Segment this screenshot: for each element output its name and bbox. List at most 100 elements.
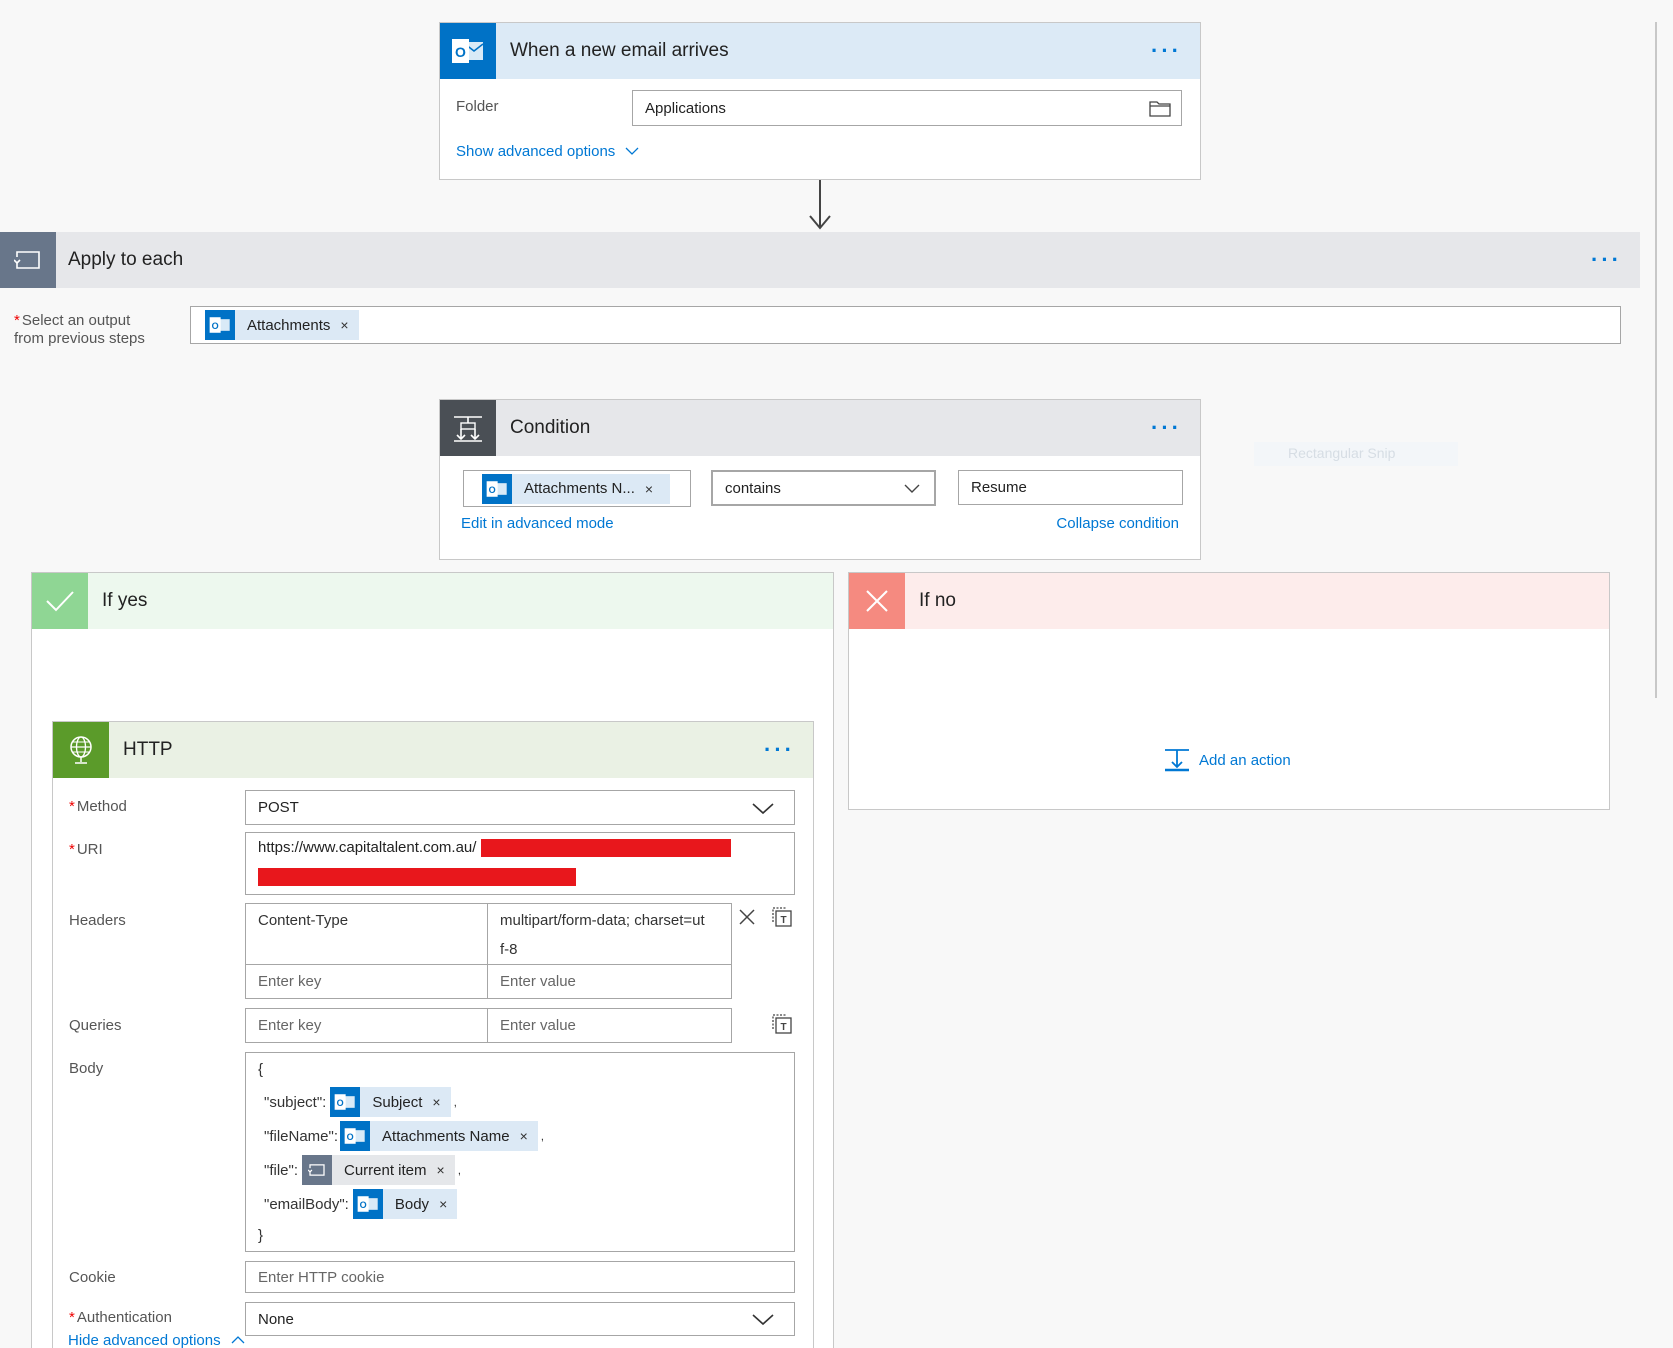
query-value-input[interactable]: Enter value xyxy=(487,1008,732,1043)
uri-label: * URI xyxy=(69,841,103,858)
svg-text:O: O xyxy=(489,484,496,494)
svg-text:T: T xyxy=(780,915,786,926)
headers-label: Headers xyxy=(69,912,126,929)
apply-to-each-header[interactable]: Apply to each ··· xyxy=(0,232,1640,288)
subject-token[interactable]: O Subject × xyxy=(330,1087,451,1117)
close-icon xyxy=(849,573,905,629)
outlook-icon: O xyxy=(330,1087,361,1117)
switch-to-text-mode-icon[interactable]: T xyxy=(771,906,793,928)
http-header[interactable]: HTTP ··· xyxy=(53,722,813,778)
if-yes-header[interactable]: If yes xyxy=(32,573,833,629)
flow-arrow-icon xyxy=(809,180,831,230)
outlook-icon: O xyxy=(482,473,512,504)
uri-value: https://www.capitaltalent.com.au/ xyxy=(258,839,477,856)
body-open-brace: { xyxy=(258,1061,264,1078)
outlook-icon: O xyxy=(440,23,496,79)
svg-text:O: O xyxy=(359,1200,366,1210)
svg-text:O: O xyxy=(347,1132,354,1142)
authentication-select[interactable]: None xyxy=(245,1302,795,1336)
authentication-label: * Authentication xyxy=(69,1309,172,1326)
svg-text:T: T xyxy=(780,1022,786,1033)
condition-card: Condition ··· O Attachments N... × conta… xyxy=(439,399,1201,560)
vertical-scrollbar[interactable] xyxy=(1655,22,1657,698)
uri-input[interactable]: https://www.capitaltalent.com.au/ xyxy=(245,832,795,895)
add-an-action-button[interactable]: Add an action xyxy=(1163,747,1291,773)
http-title: HTTP xyxy=(123,739,173,760)
svg-text:O: O xyxy=(337,1098,344,1108)
remove-header-icon[interactable] xyxy=(738,908,756,926)
remove-token-icon[interactable]: × xyxy=(432,1094,440,1110)
hide-advanced-options-link[interactable]: Hide advanced options xyxy=(68,1330,245,1348)
show-advanced-options-link[interactable]: Show advanced options xyxy=(456,143,639,160)
folder-value: Applications xyxy=(645,99,726,117)
folder-icon[interactable] xyxy=(1149,99,1171,117)
condition-value-input[interactable]: Resume xyxy=(958,470,1183,505)
attachments-name-token[interactable]: O Attachments Name × xyxy=(340,1121,538,1151)
body-token[interactable]: O Body × xyxy=(352,1189,458,1219)
edit-advanced-mode-link[interactable]: Edit in advanced mode xyxy=(461,515,614,532)
chevron-down-icon xyxy=(752,802,774,814)
remove-token-icon[interactable]: × xyxy=(437,1162,445,1178)
body-input[interactable]: { "subject": O Subject × , "fileName": O… xyxy=(245,1052,795,1252)
folder-input[interactable]: Applications xyxy=(632,90,1182,126)
switch-to-text-mode-icon[interactable]: T xyxy=(771,1013,793,1035)
if-no-branch: If no Add an action xyxy=(848,572,1610,810)
attachments-name-token[interactable]: O Attachments N... × xyxy=(482,473,670,504)
header-key-input[interactable]: Content-Type xyxy=(245,903,488,965)
remove-token-icon[interactable]: × xyxy=(520,1128,528,1144)
apply-to-each-title: Apply to each xyxy=(68,249,184,270)
loop-icon xyxy=(302,1155,332,1185)
more-options-icon[interactable]: ··· xyxy=(1151,40,1182,62)
collapse-condition-link[interactable]: Collapse condition xyxy=(1056,515,1179,532)
more-options-icon[interactable]: ··· xyxy=(1151,417,1182,439)
cookie-label: Cookie xyxy=(69,1269,116,1286)
condition-operator-select[interactable]: contains xyxy=(711,470,936,506)
outlook-icon: O xyxy=(340,1121,371,1151)
outlook-icon: O xyxy=(352,1189,383,1219)
header-new-value-input[interactable]: Enter value xyxy=(487,964,732,999)
http-card: HTTP ··· * Method POST * URI https://www.c… xyxy=(52,721,814,1348)
rectangular-snip-ghost: Rectangular Snip xyxy=(1254,442,1458,466)
header-value-input[interactable]: multipart/form-data; charset=ut f-8 xyxy=(487,903,732,965)
if-yes-title: If yes xyxy=(102,590,148,611)
chevron-down-icon xyxy=(904,484,920,493)
body-filename-line: "fileName": O Attachments Name × , xyxy=(264,1121,544,1151)
body-file-line: "file": Current item × , xyxy=(264,1155,461,1185)
remove-token-icon[interactable]: × xyxy=(645,481,653,497)
folder-label: Folder xyxy=(456,98,499,115)
trigger-card: O When a new email arrives ··· Folder Ap… xyxy=(439,22,1201,180)
condition-header[interactable]: Condition ··· xyxy=(440,400,1200,456)
remove-token-icon[interactable]: × xyxy=(340,317,348,333)
trigger-header[interactable]: O When a new email arrives ··· xyxy=(440,23,1200,79)
trigger-title: When a new email arrives xyxy=(510,40,729,61)
redaction-bar-2 xyxy=(258,868,576,886)
cookie-input[interactable]: Enter HTTP cookie xyxy=(245,1261,795,1293)
outlook-icon: O xyxy=(205,310,235,340)
current-item-token[interactable]: Current item × xyxy=(302,1155,455,1185)
svg-text:O: O xyxy=(455,44,466,60)
chevron-down-icon xyxy=(625,147,639,155)
more-options-icon[interactable]: ··· xyxy=(1591,249,1622,271)
header-new-key-input[interactable]: Enter key xyxy=(245,964,488,999)
condition-left-operand[interactable]: O Attachments N... × xyxy=(463,470,691,507)
queries-label: Queries xyxy=(69,1017,122,1034)
attachments-token[interactable]: O Attachments × xyxy=(205,310,359,340)
globe-icon xyxy=(53,722,109,778)
body-subject-line: "subject": O Subject × , xyxy=(264,1087,457,1117)
select-output-input[interactable]: O Attachments × xyxy=(190,306,1621,344)
remove-token-icon[interactable]: × xyxy=(439,1196,447,1212)
add-action-icon xyxy=(1165,749,1189,772)
body-label: Body xyxy=(69,1060,104,1077)
if-no-title: If no xyxy=(919,590,956,611)
query-key-input[interactable]: Enter key xyxy=(245,1008,488,1043)
loop-icon xyxy=(0,232,56,288)
body-emailbody-line: "emailBody": O Body × xyxy=(264,1189,458,1219)
condition-title: Condition xyxy=(510,417,591,438)
svg-text:O: O xyxy=(212,321,219,331)
method-select[interactable]: POST xyxy=(245,790,795,825)
apply-to-each-card: Apply to each ··· * Select an output from… xyxy=(0,232,1640,362)
select-output-label: * Select an output from previous steps xyxy=(14,312,145,347)
more-options-icon[interactable]: ··· xyxy=(764,739,795,761)
chevron-up-icon xyxy=(231,1336,245,1344)
if-no-header[interactable]: If no xyxy=(849,573,1609,629)
